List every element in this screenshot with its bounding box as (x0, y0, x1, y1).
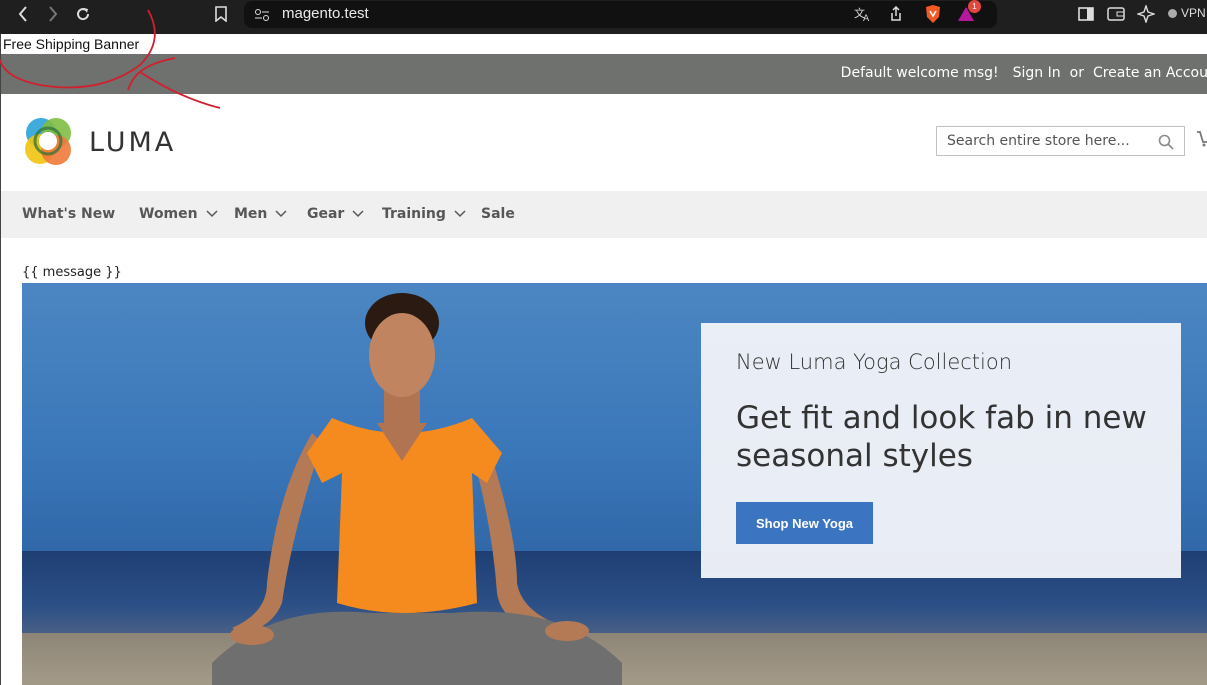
logo-text: LUMA (89, 126, 177, 158)
brave-shield-icon[interactable] (924, 4, 942, 28)
main-navigation: What's New Women Men Gear Training Sale (1, 191, 1207, 238)
translate-icon[interactable]: 文A (854, 6, 872, 26)
chevron-down-icon (454, 210, 466, 218)
reload-icon[interactable] (71, 4, 95, 24)
luma-logo-icon (25, 118, 71, 165)
forward-icon[interactable] (41, 4, 65, 24)
nav-label: Gear (307, 206, 345, 222)
url-text[interactable]: magento.test (282, 5, 369, 22)
wallet-icon[interactable] (1104, 4, 1128, 24)
search-icon[interactable] (1158, 134, 1174, 154)
vpn-label: VPN (1181, 6, 1206, 20)
share-icon[interactable] (889, 5, 903, 26)
leo-ai-icon[interactable] (1134, 4, 1158, 24)
sidebar-icon[interactable] (1074, 4, 1098, 24)
search-input[interactable]: Search entire store here... (936, 126, 1185, 156)
nav-item-women[interactable]: Women (139, 206, 218, 222)
promo-card: New Luma Yoga Collection Get fit and loo… (701, 323, 1181, 578)
nav-item-whats-new[interactable]: What's New (22, 206, 115, 222)
nav-item-sale[interactable]: Sale (481, 206, 515, 222)
bookmark-icon[interactable] (209, 4, 233, 24)
chevron-down-icon (352, 210, 364, 218)
nav-item-gear[interactable]: Gear (307, 206, 364, 222)
nav-item-training[interactable]: Training (382, 206, 466, 222)
nav-label: What's New (22, 206, 116, 222)
nav-label: Women (139, 206, 198, 222)
hero-banner[interactable]: New Luma Yoga Collection Get fit and loo… (22, 283, 1207, 685)
nav-label: Men (234, 206, 268, 222)
promo-subtitle: New Luma Yoga Collection (736, 350, 1013, 374)
message-placeholder: {{ message }} (22, 265, 122, 280)
back-icon[interactable] (11, 4, 35, 24)
address-bar[interactable]: magento.test 文A (244, 1, 997, 28)
nav-label: Training (382, 206, 446, 222)
notification-badge: 1 (968, 0, 981, 13)
free-shipping-banner: Free Shipping Banner (3, 36, 140, 52)
header-panel: Default welcome msg! Sign In or Create a… (1, 54, 1207, 94)
nav-item-men[interactable]: Men (234, 206, 287, 222)
chevron-down-icon (275, 210, 287, 218)
page-content: Free Shipping Banner Default welcome msg… (0, 34, 1207, 685)
svg-text:A: A (863, 14, 870, 22)
luma-logo[interactable]: LUMA (23, 117, 176, 167)
shop-new-yoga-button[interactable]: Shop New Yoga (736, 502, 873, 544)
cart-icon[interactable] (1197, 130, 1207, 152)
or-text: or (1069, 65, 1084, 81)
browser-toolbar: magento.test 文A 1 VPN (0, 0, 1207, 34)
vpn-status-icon (1168, 8, 1177, 18)
chevron-down-icon (206, 210, 218, 218)
vpn-button[interactable]: VPN (1168, 6, 1206, 20)
create-account-link[interactable]: Create an Accou (1093, 65, 1207, 81)
nav-label: Sale (481, 206, 515, 222)
promo-title: Get fit and look fab in new seasonal sty… (736, 400, 1147, 474)
sign-in-link[interactable]: Sign In (1013, 65, 1061, 81)
search-placeholder: Search entire store here... (947, 133, 1130, 149)
welcome-message: Default welcome msg! (840, 65, 999, 81)
yoga-woman-image (212, 293, 622, 685)
site-settings-icon[interactable] (254, 7, 270, 26)
